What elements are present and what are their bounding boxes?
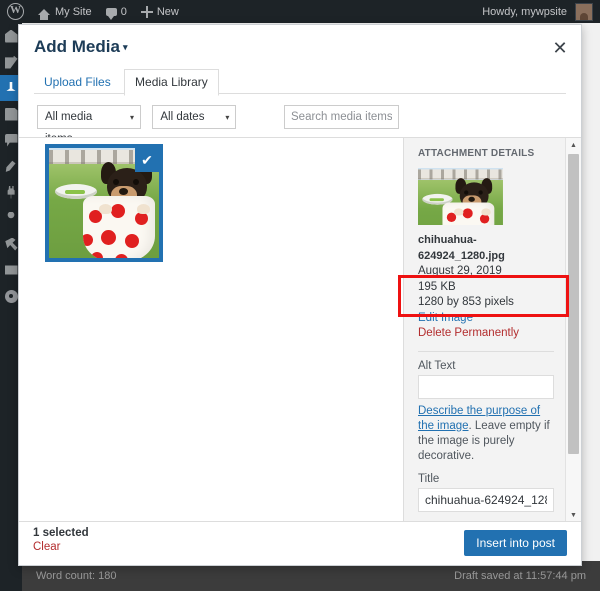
attachments-grid: ✔ <box>19 137 404 522</box>
wordpress-logo-icon: W <box>7 3 24 20</box>
comment-icon <box>4 133 18 147</box>
home-icon <box>38 8 50 20</box>
selected-check-icon[interactable]: ✔ <box>135 148 159 172</box>
puppy-eye-right <box>133 179 139 185</box>
chevron-down-icon[interactable]: ▾ <box>123 42 128 52</box>
page-icon <box>4 107 18 121</box>
wrench-icon <box>5 237 18 251</box>
admin-bar: W My Site 0 New Howdy, mywpsite <box>0 0 600 23</box>
alt-text-input[interactable] <box>418 374 554 399</box>
date-filter-value: All dates <box>160 111 205 123</box>
puppy-paw-right <box>137 204 150 214</box>
modal-title-text: Add Media <box>34 37 120 56</box>
media-icon <box>6 81 16 91</box>
puppy-paw-right <box>481 208 491 216</box>
detail-thumbnail <box>418 168 503 225</box>
puppy-eye-left <box>464 190 469 195</box>
plus-icon <box>140 5 153 18</box>
clear-selection-link[interactable]: Clear <box>33 541 89 553</box>
date-filter-select[interactable]: All dates ▾ <box>152 105 237 129</box>
adminbar-wp-logo[interactable]: W <box>0 0 31 23</box>
edit-image-link[interactable]: Edit Image <box>418 311 554 327</box>
puppy-nose <box>119 188 128 195</box>
adminbar-site-name[interactable]: My Site <box>31 0 99 23</box>
dashboard-icon <box>4 29 18 43</box>
modal-tabs: Upload Files Media Library <box>34 68 566 96</box>
attachment-thumbnail[interactable]: ✔ <box>45 144 163 262</box>
puppy-eye-right <box>478 190 483 195</box>
title-label: Title <box>418 472 440 485</box>
search-input[interactable] <box>284 105 399 129</box>
attachment-details-heading: ATTACHMENT DETAILS <box>418 148 535 159</box>
attachment-filesize: 195 KB <box>418 280 456 293</box>
page-title: Add Media ▾ <box>34 37 127 57</box>
title-field-group: Title <box>418 473 554 512</box>
puppy-nose <box>468 196 475 202</box>
adminbar-my-account[interactable]: Howdy, mywpsite <box>475 0 600 23</box>
chevron-down-icon: ▾ <box>129 113 134 122</box>
attachment-filename: chihuahua-624924_1280.jpg <box>418 234 505 262</box>
puppy-paw-left <box>99 204 112 214</box>
adminbar-new-label: New <box>156 5 179 18</box>
user-icon <box>7 211 15 219</box>
media-items-filter-select[interactable]: All media items ▾ <box>37 105 141 145</box>
avatar <box>575 2 593 21</box>
adminbar-new-content[interactable]: New <box>134 0 186 23</box>
alt-text-field-group: Alt Text Describe the purpose of the ima… <box>418 360 554 464</box>
details-scrollbar[interactable]: ▲ ▼ <box>565 138 581 522</box>
adminbar-howdy: Howdy, mywpsite <box>482 5 567 18</box>
adminbar-site-label: My Site <box>55 5 92 18</box>
modal-footer-toolbar: 1 selected Clear Insert into post <box>19 521 581 565</box>
insert-into-post-button[interactable]: Insert into post <box>464 530 567 556</box>
details-divider <box>418 350 554 352</box>
selection-info: 1 selected Clear <box>33 527 89 553</box>
tab-upload-files[interactable]: Upload Files <box>34 70 121 95</box>
alt-text-label: Alt Text <box>418 359 456 372</box>
media-toolbar: All media items ▾ All dates ▾ <box>37 105 563 145</box>
adminbar-comments-count: 0 <box>120 5 127 18</box>
puppy-paw-left <box>454 208 464 216</box>
delete-permanently-link[interactable]: Delete Permanently <box>418 326 554 342</box>
comment-bubble-icon <box>105 7 117 20</box>
title-input[interactable] <box>418 487 554 512</box>
chevron-down-icon: ▾ <box>225 113 230 122</box>
settings-icon <box>4 265 18 275</box>
attachment-details-panel: ATTACHMENT DETAILS chihuahua-624924_1280… <box>404 137 581 522</box>
attachment-details-content: ATTACHMENT DETAILS chihuahua-624924_1280… <box>404 138 566 522</box>
tab-media-library[interactable]: Media Library <box>124 69 219 96</box>
pin-icon <box>4 55 18 69</box>
attachment-date: August 29, 2019 <box>418 265 502 277</box>
scrollbar-thumb[interactable] <box>568 154 579 454</box>
word-count: Word count: 180 <box>36 570 117 582</box>
attachment-dimensions: 1280 by 853 pixels <box>418 296 514 308</box>
close-icon[interactable]: ✕ <box>543 33 577 63</box>
alt-text-help: Describe the purpose of the image. Leave… <box>418 404 554 464</box>
plug-icon <box>7 185 15 199</box>
draft-saved-status: Draft saved at 11:57:44 pm <box>454 570 586 582</box>
brush-icon <box>5 160 16 172</box>
scroll-down-icon[interactable]: ▼ <box>566 508 581 522</box>
adminbar-comments[interactable]: 0 <box>99 0 134 23</box>
scroll-up-icon[interactable]: ▲ <box>566 138 581 152</box>
collapse-icon <box>4 289 18 303</box>
selected-count-label: 1 selected <box>33 527 89 539</box>
puppy-photo-small <box>418 168 503 225</box>
puppy-eye-left <box>113 179 119 185</box>
add-media-modal: ✕ Add Media ▾ Upload Files Media Library … <box>18 24 582 566</box>
